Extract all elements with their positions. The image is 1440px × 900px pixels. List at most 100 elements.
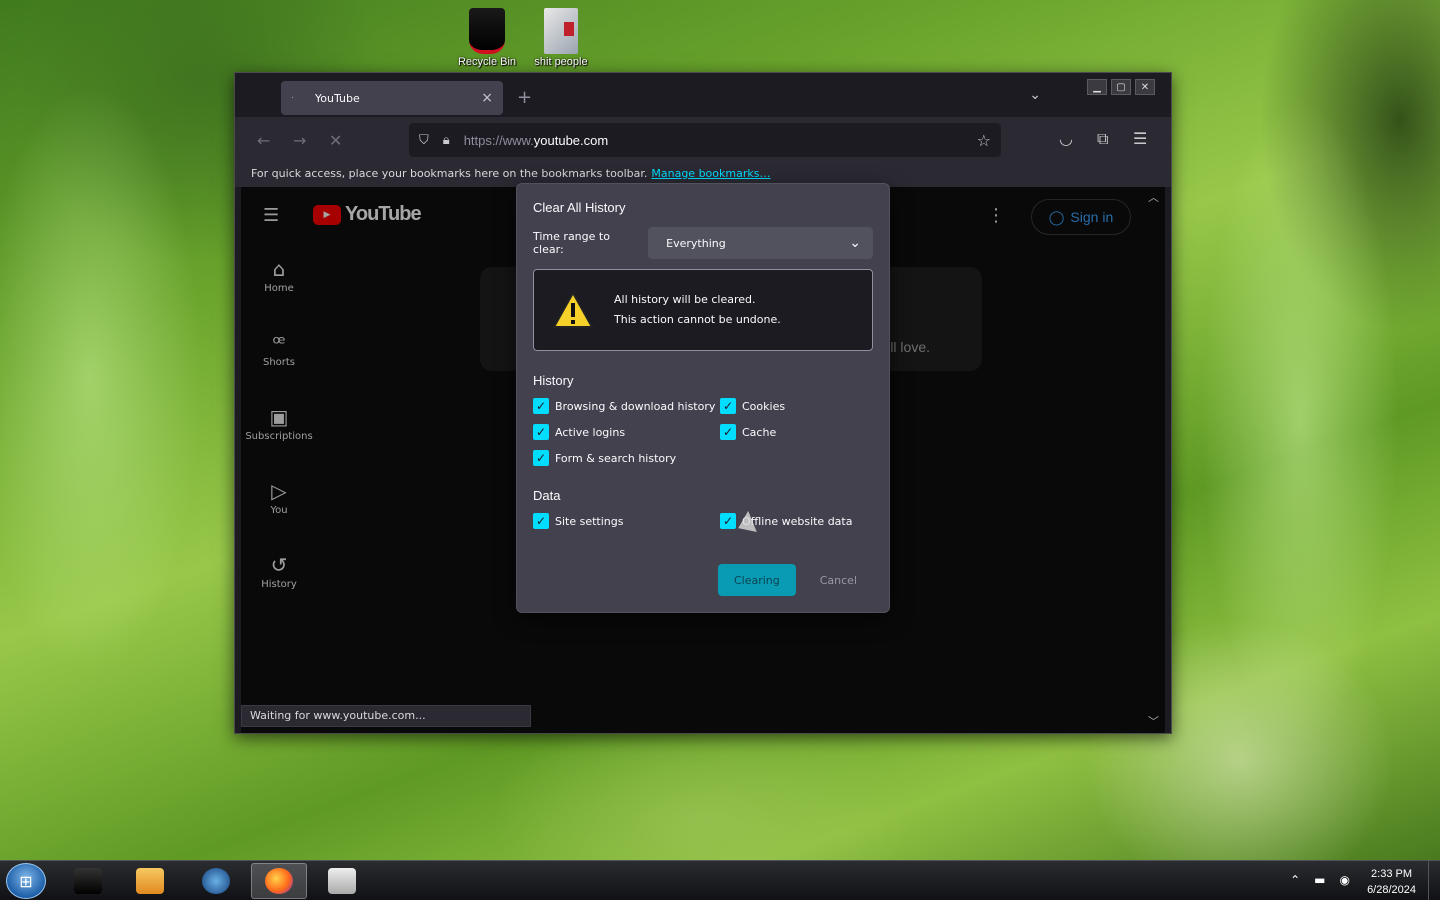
close-tab-icon[interactable]: ×: [481, 90, 493, 106]
scroll-down-icon[interactable]: ﹀: [1148, 713, 1159, 729]
desktop-icon-recycle-bin[interactable]: Recycle Bin: [450, 4, 524, 68]
minimize-button[interactable]: ▁: [1087, 79, 1107, 95]
recycle-bin-icon: [469, 8, 505, 54]
nav-label: Shorts: [262, 357, 296, 368]
navigation-toolbar: ← → ✕ ⛉ 🔒︎ https://www.youtube.com ☆ ◡ ⧉…: [235, 117, 1171, 163]
checkbox-label: Browsing & download history: [555, 399, 716, 413]
clock-date: 6/28/2024: [1367, 884, 1416, 896]
bookmarks-hint: For quick access, place your bookmarks h…: [251, 167, 648, 180]
windows-logo-icon: ⊞: [19, 871, 33, 891]
warning-icon: [552, 291, 594, 328]
time-range-row: Time range to clear: Everything ⌄: [533, 227, 873, 259]
tab-strip: · YouTube × + ⌄ ▁ ▢ ✕: [235, 73, 1171, 117]
check-icon: ✓: [720, 398, 736, 414]
check-icon: ✓: [533, 424, 549, 440]
system-tray: ⌃ ▬ ◉: [1290, 873, 1350, 887]
taskbar-app-explorer[interactable]: [314, 863, 370, 899]
active-logins-checkbox[interactable]: ✓ Active logins: [533, 424, 720, 440]
nav-subscriptions[interactable]: ▣ Subscriptions: [241, 405, 317, 479]
checkbox-label: Active logins: [555, 425, 626, 439]
dialog-title: Clear All History: [533, 200, 626, 215]
app-menu-icon[interactable]: ☰: [1133, 129, 1147, 148]
browsing-history-checkbox[interactable]: ✓ Browsing & download history: [533, 398, 720, 414]
check-icon: ✓: [533, 513, 549, 529]
start-button[interactable]: ⊞: [6, 863, 46, 899]
cache-checkbox[interactable]: ✓ Cache: [720, 424, 873, 440]
desktop-icon-file[interactable]: shit people: [524, 4, 598, 68]
chevron-down-icon: ⌄: [849, 235, 861, 251]
time-range-value: Everything: [666, 236, 726, 250]
extensions-icon[interactable]: ⧉: [1097, 129, 1108, 149]
back-icon[interactable]: ←: [257, 131, 270, 150]
taskbar-app-media[interactable]: [122, 863, 178, 899]
checkbox-label: Form & search history: [555, 451, 677, 465]
terminal-icon: [74, 868, 102, 894]
you-icon: ▷: [271, 479, 287, 503]
cookies-checkbox[interactable]: ✓ Cookies: [720, 398, 873, 414]
history-options: ✓ Browsing & download history ✓ Cookies ✓ A…: [533, 398, 873, 466]
network-icon[interactable]: ▬: [1314, 873, 1325, 887]
warning-line-2: This action cannot be undone.: [614, 313, 781, 326]
close-button[interactable]: ✕: [1135, 79, 1155, 95]
data-options: ✓ Site settings ✓ Offline website data: [533, 513, 873, 529]
time-range-select[interactable]: Everything ⌄: [648, 227, 873, 259]
nav-history[interactable]: ↺ History: [241, 553, 317, 627]
sign-in-label: Sign in: [1070, 209, 1114, 225]
nav-label: Subscriptions: [245, 431, 313, 442]
lock-icon[interactable]: 🔒︎: [443, 133, 450, 148]
loading-icon: ·: [291, 93, 295, 104]
clock-time: 2:33 PM: [1371, 868, 1413, 880]
nav-label: Home: [264, 283, 294, 294]
media-player-icon: [136, 868, 164, 894]
scroll-up-icon[interactable]: ︿: [1148, 189, 1159, 205]
shorts-icon: ꟹ: [272, 331, 286, 355]
youtube-menu-icon[interactable]: ☰: [263, 205, 279, 226]
warning-text: All history will be cleared. This action…: [614, 290, 781, 330]
nav-you[interactable]: ▷ You: [241, 479, 317, 553]
warning-box: All history will be cleared. This action…: [533, 269, 873, 351]
taskbar-app-browser-globe[interactable]: [188, 863, 244, 899]
new-tab-button[interactable]: +: [517, 87, 532, 108]
nav-shorts[interactable]: ꟹ Shorts: [241, 331, 317, 405]
check-icon: ✓: [533, 450, 549, 466]
manage-bookmarks-link[interactable]: Manage bookmarks…: [651, 167, 770, 180]
cancel-button[interactable]: Cancel: [803, 564, 873, 596]
firefox-icon: [265, 868, 293, 894]
checkbox-label: Cache: [742, 425, 777, 439]
taskbar-app-firefox[interactable]: [251, 863, 307, 899]
bookmark-star-icon[interactable]: ☆: [977, 131, 991, 150]
data-heading: Data: [533, 488, 561, 503]
youtube-logo-text: YouTube: [345, 203, 422, 225]
tab-youtube[interactable]: · YouTube ×: [281, 81, 503, 115]
show-hidden-icons-icon[interactable]: ⌃: [1290, 873, 1300, 887]
status-panel: Waiting for www.youtube.com...: [241, 705, 531, 727]
volume-icon[interactable]: ◉: [1340, 873, 1350, 887]
site-settings-checkbox[interactable]: ✓ Site settings: [533, 513, 720, 529]
stop-icon[interactable]: ✕: [329, 131, 342, 150]
maximize-button[interactable]: ▢: [1111, 79, 1131, 95]
globe-icon: [202, 868, 230, 894]
check-icon: ✓: [720, 513, 736, 529]
pocket-icon[interactable]: ◡: [1059, 129, 1073, 148]
subscriptions-icon: ▣: [269, 405, 289, 429]
taskbar-app-terminal[interactable]: [60, 863, 116, 899]
nav-label: History: [261, 579, 297, 590]
home-icon: ⌂: [272, 257, 286, 281]
clearing-button[interactable]: Clearing: [717, 564, 796, 596]
warning-line-1: All history will be cleared.: [614, 293, 756, 306]
clock[interactable]: 2:33 PM 6/28/2024: [1367, 866, 1416, 898]
youtube-logo[interactable]: ▶ YouTube: [313, 203, 422, 226]
url-text[interactable]: https://www.youtube.com: [464, 133, 609, 148]
url-bar[interactable]: ⛉ 🔒︎ https://www.youtube.com ☆: [409, 123, 1001, 157]
nav-home[interactable]: ⌂ Home: [241, 257, 317, 331]
form-search-history-checkbox[interactable]: ✓ Form & search history: [533, 450, 720, 466]
more-options-icon[interactable]: ⋮: [987, 205, 1005, 226]
show-desktop-button[interactable]: [1428, 861, 1440, 900]
file-explorer-icon: [328, 868, 356, 894]
sign-in-button[interactable]: ◯ Sign in: [1031, 199, 1131, 235]
forward-icon[interactable]: →: [293, 131, 306, 150]
desktop-icon-label: Recycle Bin: [457, 56, 517, 68]
window-controls: ▁ ▢ ✕: [1087, 79, 1155, 95]
tracking-protection-icon[interactable]: ⛉: [419, 133, 429, 148]
list-all-tabs-icon[interactable]: ⌄: [1029, 87, 1041, 103]
